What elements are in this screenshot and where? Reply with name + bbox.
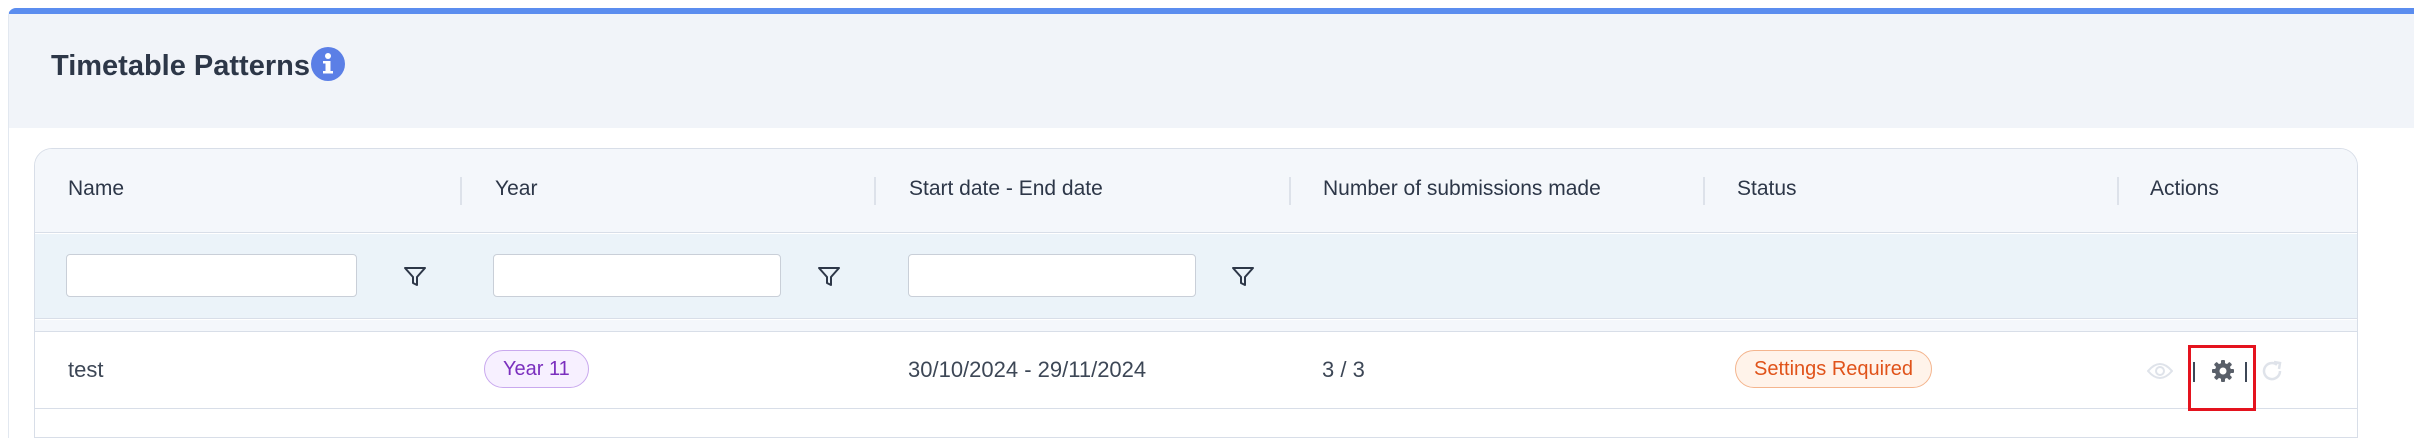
column-header-year[interactable]: Year [495,177,537,201]
refresh-icon[interactable] [2259,358,2285,384]
row-submissions: 3 / 3 [1322,357,1365,382]
column-resizer[interactable] [460,177,462,205]
card-header: Timetable Patterns [9,14,2414,128]
page-title: Timetable Patterns [51,46,346,84]
table-spacer [35,320,2357,332]
column-resizer[interactable] [1703,177,1705,205]
row-dates: 30/10/2024 - 29/11/2024 [908,357,1147,382]
eye-icon[interactable] [2147,358,2173,384]
page-title-text: Timetable Patterns [51,49,310,82]
column-header-status[interactable]: Status [1737,177,1797,201]
column-header-submissions[interactable]: Number of submissions made [1323,177,1601,201]
filter-row [35,234,2357,319]
row-name: test [68,357,104,382]
column-header-dates[interactable]: Start date - End date [909,177,1103,201]
column-resizer[interactable] [874,177,876,205]
info-icon[interactable] [310,46,346,82]
filter-icon[interactable] [403,266,427,288]
status-badge: Settings Required [1735,350,1932,388]
date-filter-input[interactable] [908,254,1196,297]
column-resizer[interactable] [2117,177,2119,205]
name-filter-input[interactable] [66,254,357,297]
filter-icon[interactable] [817,266,841,288]
timetable-patterns-table: Name Year Start date - End date Number o… [34,148,2358,438]
gear-highlight-box [2188,345,2256,411]
year-filter-input[interactable] [493,254,781,297]
year-badge: Year 11 [484,350,589,388]
column-header-actions: Actions [2150,177,2219,200]
column-resizer[interactable] [1289,177,1291,205]
table-header: Name Year Start date - End date Number o… [35,149,2357,233]
filter-icon[interactable] [1231,266,1255,288]
column-header-name[interactable]: Name [68,177,124,201]
table-row[interactable]: test Year 11 30/10/2024 - 29/11/2024 3 /… [35,333,2357,409]
